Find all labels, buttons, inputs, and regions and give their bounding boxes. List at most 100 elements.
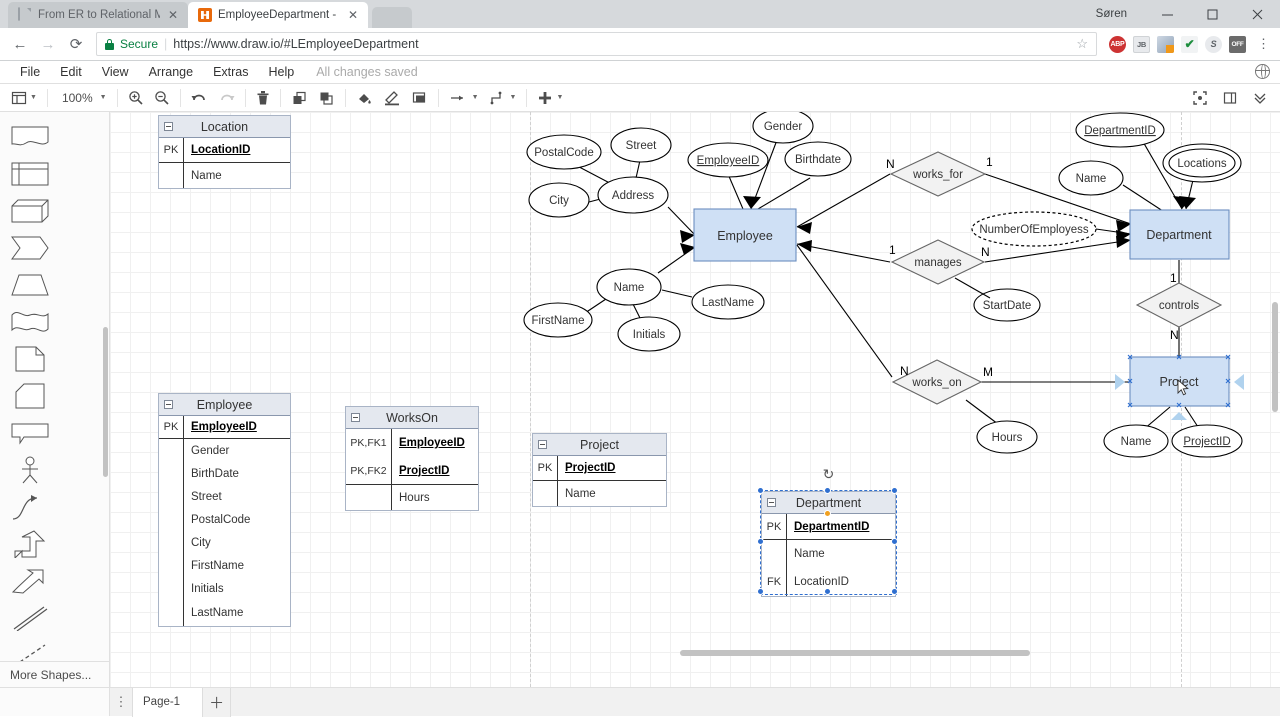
shape-actor-icon[interactable] — [5, 451, 55, 488]
chevron-down-icon[interactable]: ▼ — [30, 94, 37, 101]
shape-internal-storage-icon[interactable] — [5, 155, 55, 192]
chevron-down-icon[interactable]: ▼ — [556, 94, 563, 101]
resize-handle-se[interactable] — [891, 588, 898, 595]
table-row[interactable]: Hours — [346, 485, 478, 510]
shape-step-icon[interactable] — [5, 229, 55, 266]
insert-button[interactable]: ▼ — [532, 84, 568, 112]
shape-card-icon[interactable] — [5, 377, 55, 414]
resize-handle-s[interactable] — [824, 588, 831, 595]
reload-icon[interactable]: ⟳ — [62, 30, 90, 58]
table-row[interactable]: City — [159, 531, 290, 554]
collapse-icon[interactable] — [351, 413, 360, 422]
address-bar[interactable]: Secure | https://www.draw.io/#LEmployeeD… — [96, 32, 1097, 56]
add-page-button[interactable]: ＋ — [203, 687, 232, 717]
resize-handle-nw[interactable] — [757, 487, 764, 494]
zoom-in-button[interactable] — [123, 84, 149, 112]
canvas-horizontal-scrollbar[interactable] — [680, 650, 1030, 656]
table-row[interactable]: Name — [533, 481, 666, 506]
resize-handle-ne[interactable] — [891, 487, 898, 494]
resize-handle-e[interactable] — [891, 538, 898, 545]
collapse-icon[interactable] — [767, 498, 776, 507]
user-name-label[interactable]: Søren — [1096, 8, 1127, 20]
collapse-icon[interactable] — [164, 400, 173, 409]
zoom-level-button[interactable]: 100% ▼ — [53, 84, 112, 112]
table-row[interactable]: BirthDate — [159, 462, 290, 485]
table-row[interactable]: PK DepartmentID — [762, 514, 895, 540]
table-location-header[interactable]: Location — [159, 116, 290, 138]
line-color-button[interactable] — [378, 84, 406, 112]
browser-tab-2[interactable]: EmployeeDepartment - d ✕ — [188, 2, 368, 28]
rotate-handle[interactable]: ↻ — [821, 467, 836, 482]
table-row[interactable]: PostalCode — [159, 508, 290, 531]
shape-document-icon[interactable] — [5, 118, 55, 155]
shape-callout-icon[interactable] — [5, 414, 55, 451]
table-project[interactable]: Project PK ProjectID Name — [532, 433, 667, 507]
table-row[interactable]: Name — [159, 163, 290, 188]
table-row[interactable]: PK,FK1 EmployeeID — [346, 429, 478, 457]
collapse-toolbar-button[interactable] — [1248, 84, 1272, 112]
forward-icon[interactable]: → — [34, 30, 62, 58]
extension-s-icon[interactable]: S — [1205, 35, 1222, 53]
zoom-out-button[interactable] — [149, 84, 175, 112]
close-window-button[interactable] — [1235, 0, 1280, 28]
extension-off-icon[interactable]: OFF — [1229, 35, 1246, 53]
menu-extras[interactable]: Extras — [203, 61, 258, 84]
table-employee[interactable]: Employee PK EmployeeID Gender BirthDate … — [158, 393, 291, 627]
delete-button[interactable] — [251, 84, 275, 112]
menu-view[interactable]: View — [92, 61, 139, 84]
entity-department[interactable]: Department — [1129, 209, 1230, 260]
menu-arrange[interactable]: Arrange — [139, 61, 203, 84]
table-row[interactable]: FirstName — [159, 554, 290, 577]
browser-menu-icon[interactable]: ⋮ — [1253, 36, 1274, 52]
table-row[interactable]: Street — [159, 485, 290, 508]
back-icon[interactable]: ← — [6, 30, 34, 58]
fullscreen-button[interactable] — [1188, 84, 1212, 112]
shape-cube-icon[interactable] — [5, 192, 55, 229]
label-position-handle[interactable] — [824, 510, 831, 517]
collapse-icon[interactable] — [538, 440, 547, 449]
shape-arrow-icon[interactable] — [5, 562, 55, 599]
table-workson[interactable]: WorksOn PK,FK1 EmployeeID PK,FK2 Project… — [345, 406, 479, 511]
table-location[interactable]: Location PK LocationID Name — [158, 115, 291, 189]
table-row[interactable]: PK LocationID — [159, 138, 290, 163]
extension-checkmark-icon[interactable] — [1181, 35, 1198, 53]
chevron-down-icon[interactable]: ▼ — [100, 94, 107, 101]
table-row[interactable]: PK ProjectID — [533, 456, 666, 481]
shape-note-icon[interactable] — [5, 340, 55, 377]
chevron-down-icon[interactable]: ▼ — [510, 94, 517, 101]
table-workson-header[interactable]: WorksOn — [346, 407, 478, 429]
shape-tape-icon[interactable] — [5, 303, 55, 340]
relationship-works-for[interactable]: works_for — [889, 151, 987, 197]
shape-curved-arrow-icon[interactable] — [5, 488, 55, 525]
table-row[interactable]: Initials — [159, 577, 290, 600]
extension-tool-icon[interactable] — [1157, 35, 1174, 53]
fill-color-button[interactable] — [351, 84, 378, 112]
relationship-manages[interactable]: manages — [890, 239, 986, 285]
canvas-vertical-scrollbar[interactable] — [1272, 302, 1278, 412]
browser-tab-1[interactable]: From ER to Relational Mo ✕ — [8, 2, 188, 28]
bookmark-star-icon[interactable]: ☆ — [1076, 36, 1088, 52]
to-front-button[interactable] — [286, 84, 313, 112]
close-icon[interactable]: ✕ — [346, 9, 360, 21]
more-shapes-button[interactable]: More Shapes... — [0, 661, 109, 687]
menu-help[interactable]: Help — [259, 61, 305, 84]
table-row[interactable]: LastName — [159, 600, 290, 626]
maximize-button[interactable] — [1190, 0, 1235, 28]
resize-handle-w[interactable] — [757, 538, 764, 545]
shadow-button[interactable] — [406, 84, 433, 112]
table-row[interactable]: Gender — [159, 439, 290, 462]
page-menu-icon[interactable]: ⋮ — [110, 694, 132, 710]
close-icon[interactable]: ✕ — [166, 9, 180, 21]
table-department[interactable]: Department PK DepartmentID Name FK Locat… — [761, 491, 896, 597]
extension-abp-icon[interactable]: ABP — [1109, 35, 1126, 53]
redo-button[interactable] — [213, 84, 240, 112]
diagram-canvas[interactable]: Employee Department Project works_for ma… — [110, 112, 1280, 687]
table-row[interactable]: PK EmployeeID — [159, 416, 290, 439]
menu-edit[interactable]: Edit — [50, 61, 92, 84]
table-project-header[interactable]: Project — [533, 434, 666, 456]
collapse-icon[interactable] — [164, 122, 173, 131]
sidebar-scrollbar[interactable] — [103, 327, 108, 477]
view-layers-button[interactable]: ▼ — [6, 84, 42, 112]
shape-bidirectional-arrow-icon[interactable] — [5, 525, 55, 562]
resize-handle-n[interactable] — [824, 487, 831, 494]
